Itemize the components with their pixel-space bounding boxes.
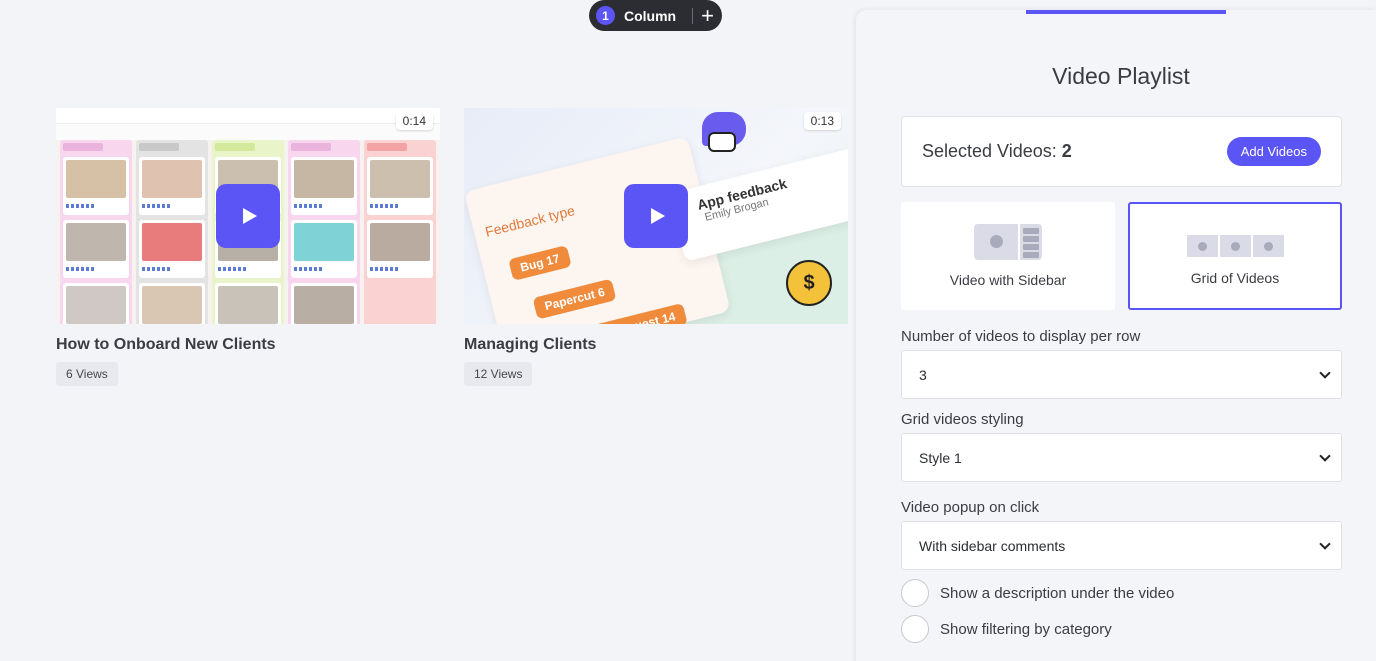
board-card (63, 283, 129, 324)
video-title[interactable]: Managing Clients (464, 336, 848, 354)
coin-icon: $ (786, 260, 832, 306)
board-card (215, 283, 281, 324)
views-badge: 6 Views (56, 362, 118, 386)
show-filtering-toggle[interactable]: Show filtering by category (901, 615, 1112, 643)
board-column (288, 140, 360, 324)
per-row-label: Number of videos to display per row (901, 328, 1141, 345)
board-column-header (367, 143, 407, 151)
selected-videos-box: Selected Videos: 2 Add Videos (901, 116, 1342, 187)
board-card (367, 220, 433, 278)
board-card (63, 220, 129, 278)
panel-title: Video Playlist (1052, 63, 1190, 89)
chevron-down-icon (1319, 366, 1331, 379)
popup-value: With sidebar comments (919, 537, 1066, 554)
message-icon (708, 132, 736, 152)
checkbox-circle[interactable] (901, 615, 929, 643)
column-count-badge: 1 (596, 6, 615, 25)
column-toolbar: 1 Column + (589, 0, 722, 31)
column-label[interactable]: Column (624, 8, 686, 24)
board-card (291, 157, 357, 215)
grid-styling-label: Grid videos styling (901, 411, 1024, 428)
selected-videos-text: Selected Videos: 2 (922, 141, 1072, 162)
video-thumbnail[interactable]: 0:14 (56, 108, 440, 324)
board-column-header (139, 143, 179, 151)
checkbox-circle[interactable] (901, 579, 929, 607)
thumbnail-board-toolbar (56, 124, 440, 140)
play-icon[interactable] (216, 184, 280, 248)
video-card[interactable]: 0:14 How to Onboard New Clients 6 Views (56, 108, 440, 386)
grid-styling-value: Style 1 (919, 449, 962, 466)
board-column-header (215, 143, 255, 151)
video-with-sidebar-icon (974, 224, 1042, 260)
divider (692, 7, 694, 24)
board-card (291, 283, 357, 324)
per-row-select[interactable]: 3 (901, 350, 1342, 399)
chevron-down-icon (1319, 449, 1331, 462)
grid-of-videos-icon (1187, 235, 1284, 257)
board-card (139, 157, 205, 215)
settings-panel: Video Playlist Selected Videos: 2 Add Vi… (856, 10, 1376, 661)
panel-accent-bar (1026, 10, 1226, 14)
board-card (291, 220, 357, 278)
add-videos-button[interactable]: Add Videos (1226, 137, 1321, 166)
board-column (364, 140, 436, 324)
board-column-header (291, 143, 331, 151)
add-column-icon[interactable]: + (701, 4, 714, 26)
popup-label: Video popup on click (901, 499, 1040, 516)
play-icon[interactable] (624, 184, 688, 248)
board-card (139, 220, 205, 278)
video-card[interactable]: Feedback type Bug 17 Papercut 6 Feature … (464, 108, 848, 386)
board-column (136, 140, 208, 324)
per-row-value: 3 (919, 366, 927, 383)
selected-videos-label: Selected Videos: (922, 141, 1057, 161)
show-filtering-label: Show filtering by category (940, 620, 1112, 638)
layout-option-label: Grid of Videos (1190, 270, 1280, 286)
chevron-down-icon (1319, 537, 1331, 550)
show-description-toggle[interactable]: Show a description under the video (901, 579, 1174, 607)
video-duration: 0:13 (803, 112, 841, 130)
layout-option-label: Video with Sidebar (949, 272, 1067, 288)
layout-option-video-with-sidebar[interactable]: Video with Sidebar (901, 202, 1115, 310)
popup-select[interactable]: With sidebar comments (901, 521, 1342, 570)
show-description-label: Show a description under the video (940, 584, 1175, 602)
thumbnail-board-header (56, 108, 440, 124)
board-column-header (63, 143, 103, 151)
board-column (60, 140, 132, 324)
grid-styling-select[interactable]: Style 1 (901, 433, 1342, 482)
video-title[interactable]: How to Onboard New Clients (56, 336, 440, 354)
layout-option-grid-of-videos[interactable]: Grid of Videos (1128, 202, 1342, 310)
video-duration: 0:14 (395, 112, 433, 130)
video-thumbnail[interactable]: Feedback type Bug 17 Papercut 6 Feature … (464, 108, 848, 324)
board-card (63, 157, 129, 215)
board-card (367, 157, 433, 215)
board-card (139, 283, 205, 324)
selected-videos-count: 2 (1061, 141, 1072, 161)
views-badge: 12 Views (464, 362, 533, 386)
